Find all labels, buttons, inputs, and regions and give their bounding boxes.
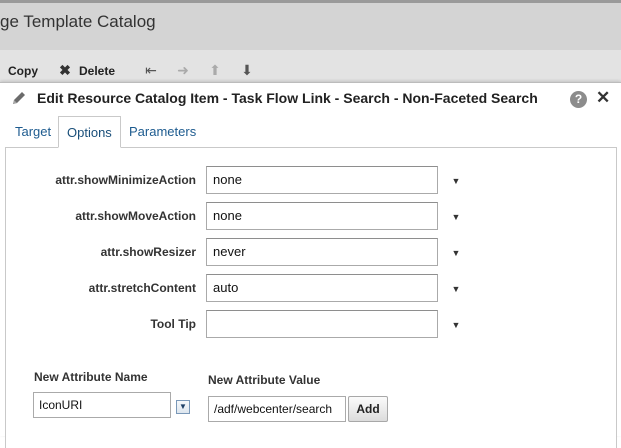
tool-tip-select[interactable] <box>206 310 438 338</box>
tab-parameters[interactable]: Parameters <box>121 116 204 147</box>
attr-label: Tool Tip <box>150 317 196 331</box>
options-panel: attr.showMinimizeAction none ▼ attr.show… <box>5 147 617 448</box>
pencil-icon <box>13 92 25 104</box>
move-first-icon[interactable]: ⇤ <box>143 62 159 78</box>
chevron-down-icon[interactable]: ▼ <box>451 176 461 186</box>
attr-label: attr.stretchContent <box>88 281 196 295</box>
delete-button[interactable]: Delete <box>79 64 115 78</box>
attr-label: attr.showMoveAction <box>75 209 196 223</box>
edit-dialog: Edit Resource Catalog Item - Task Flow L… <box>0 82 621 448</box>
show-resizer-select[interactable]: never <box>206 238 438 266</box>
stretch-content-select[interactable]: auto <box>206 274 438 302</box>
move-down-icon[interactable]: ⬇ <box>239 62 255 78</box>
help-icon[interactable]: ? <box>570 91 587 108</box>
show-move-action-select[interactable]: none <box>206 202 438 230</box>
chevron-down-icon[interactable]: ▼ <box>451 248 461 258</box>
chevron-down-icon[interactable]: ▼ <box>451 320 461 330</box>
chevron-down-icon[interactable]: ▼ <box>176 400 190 414</box>
tab-target[interactable]: Target <box>7 116 59 147</box>
chevron-down-icon[interactable]: ▼ <box>451 212 461 222</box>
tab-options[interactable]: Options <box>58 116 121 148</box>
move-right-icon[interactable]: ➜ <box>175 62 191 78</box>
new-attribute-name-label: New Attribute Name <box>34 370 148 384</box>
new-attribute-value-input[interactable]: /adf/webcenter/search <box>208 396 346 422</box>
attr-label: attr.showResizer <box>100 245 196 259</box>
dialog-title: Edit Resource Catalog Item - Task Flow L… <box>37 90 538 106</box>
move-up-icon[interactable]: ⬆ <box>207 62 223 78</box>
new-attribute-value-label: New Attribute Value <box>208 373 321 387</box>
chevron-down-icon[interactable]: ▼ <box>451 284 461 294</box>
delete-icon[interactable]: ✖ <box>57 62 73 78</box>
show-minimize-action-select[interactable]: none <box>206 166 438 194</box>
attr-label: attr.showMinimizeAction <box>55 173 196 187</box>
tab-bar: Target Options Parameters <box>5 116 615 148</box>
new-attribute-name-input[interactable]: IconURI <box>33 392 171 418</box>
copy-button[interactable]: Copy <box>8 64 38 78</box>
add-button[interactable]: Add <box>348 396 388 422</box>
close-icon[interactable]: ✕ <box>596 88 610 108</box>
page-title: ge Template Catalog <box>0 12 156 31</box>
